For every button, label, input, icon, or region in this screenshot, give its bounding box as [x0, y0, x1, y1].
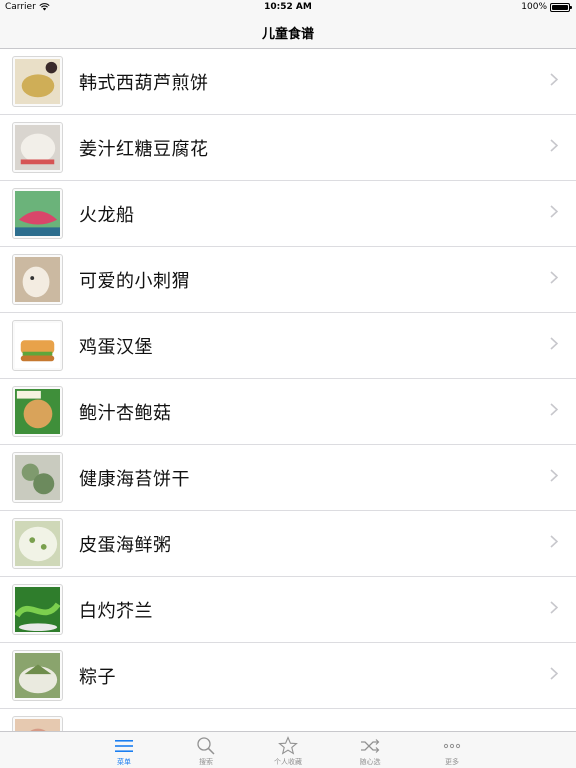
tab-bar: 菜单 搜索 个人收藏 随心选 更多 — [0, 731, 576, 768]
recipe-row[interactable]: 韩式西葫芦煎饼 — [0, 49, 576, 115]
recipe-row[interactable]: 皮蛋海鲜粥 — [0, 511, 576, 577]
recipe-row[interactable]: 白灼芥兰 — [0, 577, 576, 643]
chevron-right-icon — [544, 535, 564, 552]
status-time: 10:52 AM — [264, 2, 312, 12]
tab-label: 随心选 — [359, 758, 381, 766]
recipe-row[interactable]: 可爱的小刺猬 — [0, 247, 576, 313]
recipe-thumbnail — [12, 386, 63, 437]
navigation-bar: 儿童食谱 — [0, 16, 576, 49]
recipe-name: 皮蛋海鲜粥 — [79, 534, 172, 556]
recipe-name: 韩式西葫芦煎饼 — [79, 72, 209, 94]
recipe-row[interactable]: 粽子 — [0, 643, 576, 709]
recipe-list[interactable]: 韩式西葫芦煎饼 姜汁红糖豆腐花 火龙船可爱的小刺猬 鸡蛋汉堡鲍汁杏鲍菇健康海苔饼干 皮蛋… — [0, 49, 576, 731]
recipe-name: 粽子 — [79, 666, 116, 688]
chevron-right-icon — [544, 469, 564, 486]
recipe-thumbnail — [12, 650, 63, 701]
recipe-thumbnail — [12, 320, 63, 371]
chevron-right-icon — [544, 403, 564, 420]
recipe-name: 可爱的小刺猬 — [79, 270, 190, 292]
star-icon — [277, 736, 299, 756]
tab-search[interactable]: 搜索 — [165, 732, 247, 768]
chevron-right-icon — [544, 337, 564, 354]
tab-star[interactable]: 个人收藏 — [247, 732, 329, 768]
more-icon — [441, 736, 463, 756]
recipe-row[interactable] — [0, 709, 576, 731]
recipe-name: 白灼芥兰 — [79, 600, 153, 622]
chevron-right-icon — [544, 139, 564, 156]
recipe-name: 鸡蛋汉堡 — [79, 336, 153, 358]
chevron-right-icon — [544, 667, 564, 684]
chevron-right-icon — [544, 271, 564, 288]
recipe-name: 姜汁红糖豆腐花 — [79, 138, 209, 160]
recipe-row[interactable]: 姜汁红糖豆腐花 — [0, 115, 576, 181]
battery-percent: 100% — [521, 2, 547, 12]
chevron-right-icon — [544, 205, 564, 222]
recipe-row[interactable]: 火龙船 — [0, 181, 576, 247]
chevron-right-icon — [544, 73, 564, 90]
recipe-name: 健康海苔饼干 — [79, 468, 190, 490]
recipe-name: 鲍汁杏鲍菇 — [79, 402, 172, 424]
tab-menu[interactable]: 菜单 — [83, 732, 165, 768]
recipe-thumbnail — [12, 254, 63, 305]
tab-label: 更多 — [445, 758, 459, 766]
recipe-thumbnail — [12, 518, 63, 569]
shuffle-icon — [359, 736, 381, 756]
recipe-thumbnail — [12, 584, 63, 635]
recipe-thumbnail — [12, 452, 63, 503]
tab-more[interactable]: 更多 — [411, 732, 493, 768]
recipe-row[interactable]: 鸡蛋汉堡 — [0, 313, 576, 379]
battery-indicator: 100% — [521, 2, 572, 12]
battery-icon — [550, 2, 572, 12]
page-title: 儿童食谱 — [261, 26, 314, 42]
recipe-thumbnail — [12, 716, 63, 731]
search-icon — [195, 736, 217, 756]
chevron-right-icon — [544, 601, 564, 618]
menu-icon — [113, 736, 135, 756]
tab-label: 个人收藏 — [274, 758, 302, 766]
recipe-row[interactable]: 鲍汁杏鲍菇 — [0, 379, 576, 445]
status-bar: Carrier 10:52 AM 100% — [0, 0, 576, 16]
recipe-row[interactable]: 健康海苔饼干 — [0, 445, 576, 511]
tab-label: 搜索 — [199, 758, 213, 766]
recipe-thumbnail — [12, 56, 63, 107]
recipe-name: 火龙船 — [79, 204, 135, 226]
tab-label: 菜单 — [117, 758, 131, 766]
recipe-thumbnail — [12, 122, 63, 173]
recipe-thumbnail — [12, 188, 63, 239]
tab-shuffle[interactable]: 随心选 — [329, 732, 411, 768]
